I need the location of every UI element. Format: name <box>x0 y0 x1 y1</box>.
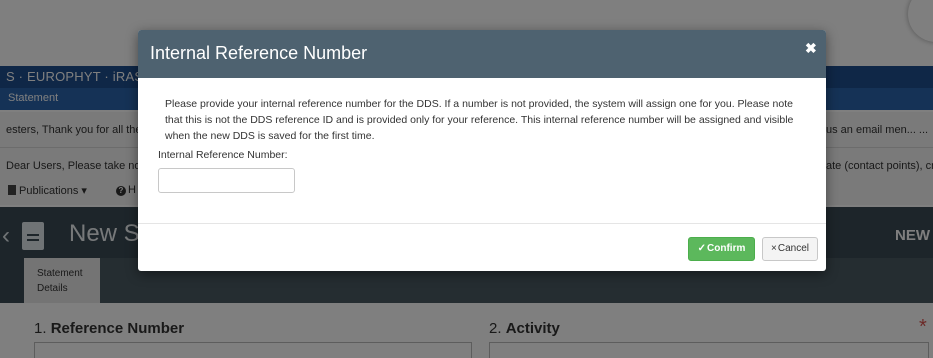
confirm-label: Confirm <box>707 243 746 254</box>
dialog-description: Please provide your internal reference n… <box>165 98 794 142</box>
close-icon: × <box>771 243 777 254</box>
internal-reference-dialog: Internal Reference Number ✖ Please provi… <box>138 30 826 271</box>
dialog-body: Please provide your internal reference n… <box>138 78 826 223</box>
cancel-label: Cancel <box>777 243 809 254</box>
check-icon: ✓ <box>697 243 707 254</box>
confirm-button[interactable]: ✓Confirm <box>688 237 755 261</box>
internal-reference-input[interactable] <box>158 168 295 193</box>
cancel-button[interactable]: ×Cancel <box>762 237 818 261</box>
close-icon[interactable]: ✖ <box>805 40 817 57</box>
dialog-title: Internal Reference Number <box>150 43 368 63</box>
dialog-footer: ✓Confirm ×Cancel <box>138 223 826 271</box>
internal-reference-label: Internal Reference Number: <box>158 149 288 161</box>
dialog-header: Internal Reference Number ✖ <box>138 30 826 78</box>
